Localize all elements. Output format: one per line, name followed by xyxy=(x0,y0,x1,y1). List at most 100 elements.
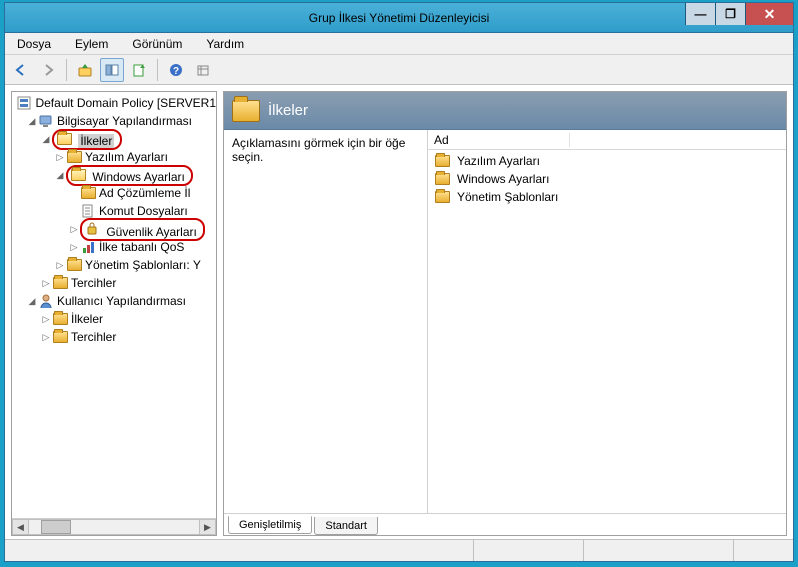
tree-k-ilkeler[interactable]: ▷ İlkeler xyxy=(12,310,216,328)
tree-adcozumleme[interactable]: Ad Çözümleme İl xyxy=(12,184,216,202)
collapse-icon[interactable]: ◢ xyxy=(40,134,52,145)
detail-title: İlkeler xyxy=(268,102,308,119)
menu-gorunum[interactable]: Görünüm xyxy=(126,35,188,53)
folder-open-icon xyxy=(56,131,72,147)
tree-k-ilkeler-label: İlkeler xyxy=(71,312,103,326)
tree-root[interactable]: Default Domain Policy [SERVER1 xyxy=(12,94,216,112)
folder-open-icon xyxy=(70,167,86,183)
collapse-icon[interactable]: ◢ xyxy=(26,296,38,307)
tree-ilkeler[interactable]: ◢ İlkeler xyxy=(12,130,216,148)
folder-icon xyxy=(52,329,68,345)
folder-icon xyxy=(52,275,68,291)
security-icon xyxy=(84,220,100,236)
menu-yardim[interactable]: Yardım xyxy=(200,35,250,53)
collapse-icon[interactable]: ◢ xyxy=(26,116,38,127)
tab-genisletilmis[interactable]: Genişletilmiş xyxy=(228,516,312,534)
expand-icon[interactable]: ▷ xyxy=(40,278,52,289)
tree-windows[interactable]: ◢ Windows Ayarları xyxy=(12,166,216,184)
tree-hscrollbar[interactable]: ◀ ▶ xyxy=(12,518,216,535)
expand-icon[interactable]: ▷ xyxy=(68,242,80,253)
menu-eylem[interactable]: Eylem xyxy=(69,35,114,53)
close-button[interactable]: ✕ xyxy=(745,3,793,25)
tree-windows-label: Windows Ayarları xyxy=(92,170,184,184)
status-cell xyxy=(583,540,733,561)
detail-header: İlkeler xyxy=(224,92,786,130)
tree-yonetim[interactable]: ▷ Yönetim Şablonları: Y xyxy=(12,256,216,274)
svg-text:?: ? xyxy=(173,66,179,77)
detail-pane: İlkeler Açıklamasını görmek için bir öğe… xyxy=(223,91,787,536)
expand-icon[interactable]: ▷ xyxy=(54,152,66,163)
status-cell xyxy=(5,540,473,561)
folder-icon xyxy=(66,257,82,273)
tree-k-tercihler[interactable]: ▷ Tercihler xyxy=(12,328,216,346)
highlight-ring: İlkeler xyxy=(52,129,122,150)
scroll-thumb[interactable] xyxy=(41,520,71,534)
policy-root-icon xyxy=(16,95,32,111)
list-item-label: Yönetim Şablonları xyxy=(457,190,558,204)
list-item[interactable]: Windows Ayarları xyxy=(428,170,786,188)
window-controls: — ❐ ✕ xyxy=(685,3,793,25)
description-text: Açıklamasını görmek için bir öğe seçin. xyxy=(232,136,405,164)
menubar: Dosya Eylem Görünüm Yardım xyxy=(5,33,793,55)
tree-k-tercihler-label: Tercihler xyxy=(71,330,116,344)
qos-icon xyxy=(80,239,96,255)
status-cell xyxy=(733,540,793,561)
description-column: Açıklamasını görmek için bir öğe seçin. xyxy=(224,130,428,513)
status-cell xyxy=(473,540,583,561)
scroll-right-button[interactable]: ▶ xyxy=(199,519,216,535)
folder-icon xyxy=(66,149,82,165)
scroll-track[interactable] xyxy=(29,519,199,535)
folder-icon xyxy=(52,311,68,327)
tab-standart[interactable]: Standart xyxy=(314,517,378,535)
folder-icon xyxy=(434,171,450,187)
show-tree-button[interactable] xyxy=(100,58,124,82)
folder-open-icon xyxy=(232,100,260,122)
export-button[interactable] xyxy=(127,58,151,82)
detail-tabs: Genişletilmiş Standart xyxy=(224,513,786,535)
toolbar-separator-2 xyxy=(157,59,158,81)
collapse-icon[interactable]: ◢ xyxy=(54,170,66,181)
filter-button[interactable] xyxy=(191,58,215,82)
list-body[interactable]: Yazılım Ayarları Windows Ayarları Yöneti… xyxy=(428,150,786,513)
tree-qos-label: İlke tabanlı QoS xyxy=(99,240,184,254)
tree-pane: Default Domain Policy [SERVER1 ◢ Bilgisa… xyxy=(11,91,217,536)
toolbar-separator xyxy=(66,59,67,81)
tree-kullanici[interactable]: ◢ Kullanıcı Yapılandırması xyxy=(12,292,216,310)
help-button[interactable]: ? xyxy=(164,58,188,82)
gpeditor-window: Grup İlkesi Yönetimi Düzenleyicisi — ❐ ✕… xyxy=(4,2,794,562)
tree-tercihler-label: Tercihler xyxy=(71,276,116,290)
column-ad[interactable]: Ad xyxy=(434,133,570,147)
console-tree[interactable]: Default Domain Policy [SERVER1 ◢ Bilgisa… xyxy=(12,92,216,518)
forward-button[interactable] xyxy=(36,58,60,82)
back-button[interactable] xyxy=(9,58,33,82)
list-item[interactable]: Yönetim Şablonları xyxy=(428,188,786,206)
tree-qos[interactable]: ▷ İlke tabanlı QoS xyxy=(12,238,216,256)
scripts-icon xyxy=(80,203,96,219)
tree-kullanici-label: Kullanıcı Yapılandırması xyxy=(57,294,186,308)
expand-icon[interactable]: ▷ xyxy=(40,314,52,325)
folder-icon xyxy=(80,185,96,201)
toolbar: ? xyxy=(5,55,793,85)
expand-icon[interactable]: ▷ xyxy=(40,332,52,343)
tree-ilkeler-label: İlkeler xyxy=(78,134,114,148)
expand-icon[interactable]: ▷ xyxy=(54,260,66,271)
highlight-ring: Windows Ayarları xyxy=(66,165,193,186)
tree-bilgisayar[interactable]: ◢ Bilgisayar Yapılandırması xyxy=(12,112,216,130)
window-title: Grup İlkesi Yönetimi Düzenleyicisi xyxy=(5,11,793,25)
tree-yonetim-label: Yönetim Şablonları: Y xyxy=(85,258,201,272)
tree-guvenlik[interactable]: ▷ Güvenlik Ayarları xyxy=(12,220,216,238)
menu-dosya[interactable]: Dosya xyxy=(11,35,57,53)
titlebar[interactable]: Grup İlkesi Yönetimi Düzenleyicisi — ❐ ✕ xyxy=(5,3,793,33)
computer-config-icon xyxy=(38,113,54,129)
list-item[interactable]: Yazılım Ayarları xyxy=(428,152,786,170)
minimize-button[interactable]: — xyxy=(685,3,715,25)
tree-tercihler[interactable]: ▷ Tercihler xyxy=(12,274,216,292)
expand-icon[interactable]: ▷ xyxy=(68,224,80,235)
scroll-left-button[interactable]: ◀ xyxy=(12,519,29,535)
maximize-button[interactable]: ❐ xyxy=(715,3,745,25)
main-body: Default Domain Policy [SERVER1 ◢ Bilgisa… xyxy=(5,85,793,539)
tree-yazilim[interactable]: ▷ Yazılım Ayarları xyxy=(12,148,216,166)
tree-root-label: Default Domain Policy [SERVER1 xyxy=(35,96,216,110)
up-folder-button[interactable] xyxy=(73,58,97,82)
list-header[interactable]: Ad xyxy=(428,130,786,150)
